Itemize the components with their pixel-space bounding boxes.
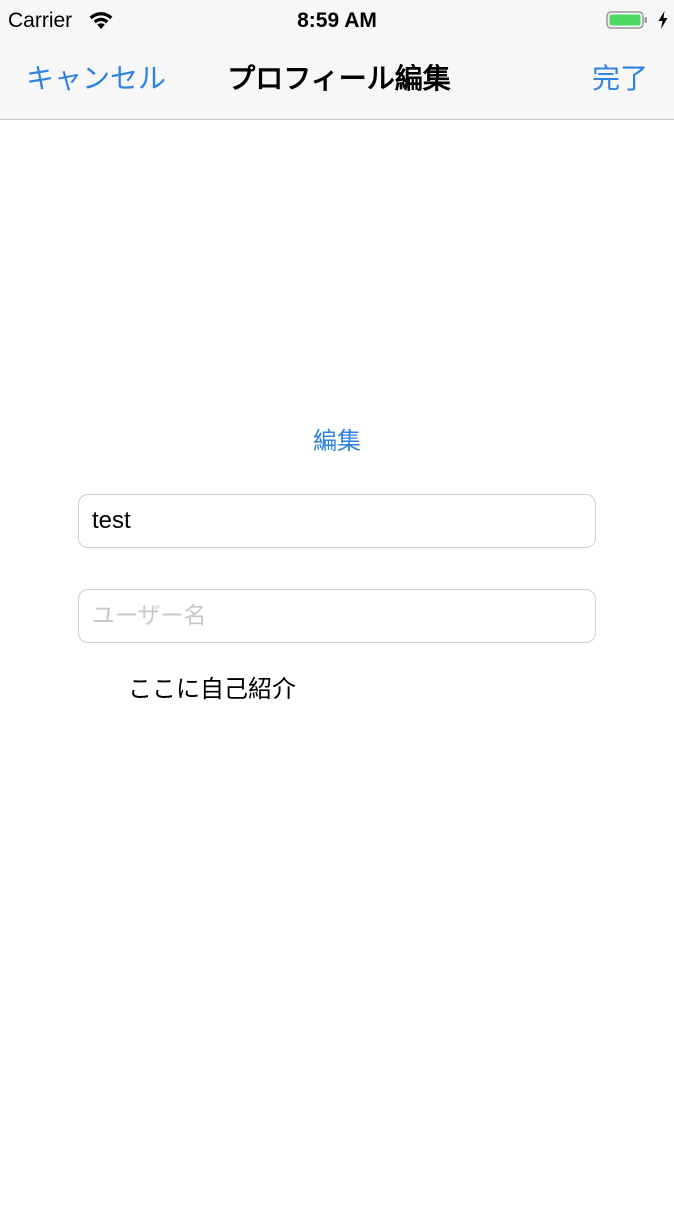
- bio-text[interactable]: ここに自己紹介: [128, 672, 296, 706]
- name-field-value: test: [92, 507, 131, 534]
- edit-button[interactable]: 編集: [0, 424, 674, 458]
- navigation-bar: キャンセル プロフィール編集 完了: [0, 40, 674, 120]
- charging-bolt-icon: [658, 11, 668, 29]
- name-field[interactable]: test: [78, 494, 596, 548]
- page-title: プロフィール編集: [227, 62, 451, 95]
- username-field[interactable]: [78, 589, 596, 643]
- status-bar: Carrier 8:59 AM: [0, 0, 674, 40]
- status-time: 8:59 AM: [297, 9, 377, 32]
- username-input[interactable]: [92, 603, 582, 629]
- battery-icon: [606, 11, 647, 29]
- done-button[interactable]: 完了: [592, 60, 648, 98]
